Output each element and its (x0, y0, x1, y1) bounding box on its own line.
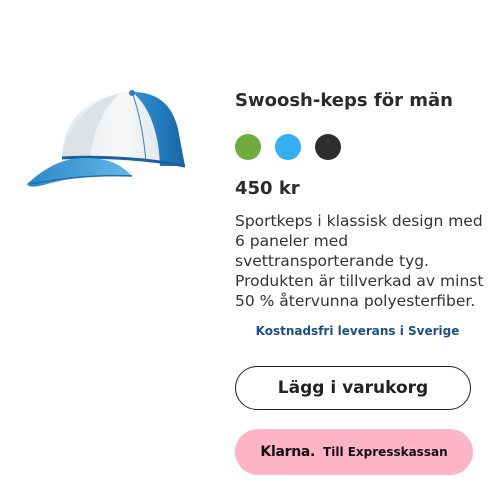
color-swatch-dark-gray[interactable] (315, 134, 341, 160)
shipping-note[interactable]: Kostnadsfri leverans i Sverige (235, 324, 480, 338)
product-description: Sportkeps i klassisk design med 6 panele… (235, 212, 484, 310)
klarna-logo: Klarna. (260, 444, 316, 460)
product-price: 450 kr (235, 178, 300, 199)
color-swatch-light-blue[interactable] (275, 134, 301, 160)
product-image (22, 84, 202, 194)
add-to-cart-button[interactable]: Lägg i varukorg (235, 366, 471, 410)
klarna-express-checkout-button[interactable]: Klarna. Till Expresskassan (235, 429, 473, 475)
product-title: Swoosh-keps för män (235, 90, 453, 111)
color-swatch-green[interactable] (235, 134, 261, 160)
color-swatches (235, 134, 341, 160)
klarna-button-label: Till Expresskassan (323, 445, 448, 459)
cap-illustration (27, 90, 186, 187)
